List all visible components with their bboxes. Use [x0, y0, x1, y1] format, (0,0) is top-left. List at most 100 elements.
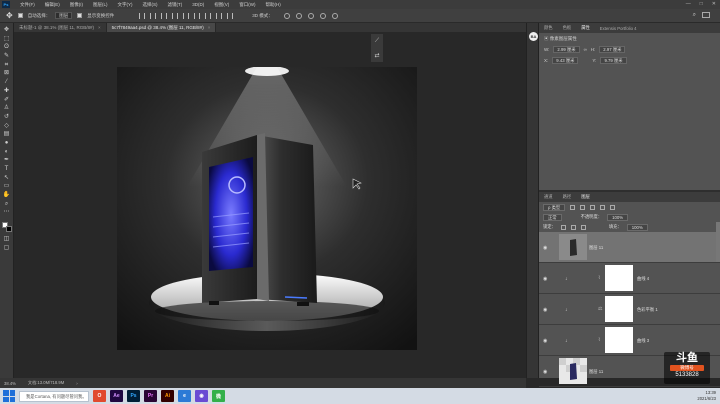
path-select-tool-icon[interactable]: ↖	[2, 175, 11, 182]
align-icon[interactable]	[227, 12, 234, 19]
brush-tool-icon[interactable]: ✐	[2, 97, 11, 104]
lock-pixels-icon[interactable]	[560, 224, 566, 230]
lock-position-icon[interactable]	[570, 224, 576, 230]
align-icon[interactable]	[194, 12, 201, 19]
dodge-tool-icon[interactable]: ◐	[2, 149, 11, 156]
layer-name[interactable]: 图层 11	[589, 245, 603, 251]
menu-window[interactable]: 窗口(W)	[239, 2, 255, 8]
menu-image[interactable]: 图像(I)	[70, 2, 83, 8]
filter-pixel-icon[interactable]	[570, 204, 576, 210]
menu-help[interactable]: 帮助(H)	[266, 2, 281, 8]
quick-mask-icon[interactable]: ◫	[2, 236, 11, 243]
tab-swatches[interactable]: 色板	[563, 25, 572, 31]
align-icon[interactable]	[150, 12, 157, 19]
canvas-area[interactable]: ⟋ ⇄	[14, 32, 526, 378]
layer-name[interactable]: 曲线 4	[637, 276, 649, 282]
3d-rotate-icon[interactable]	[283, 12, 290, 19]
frame-tool-icon[interactable]: ⊠	[2, 70, 11, 77]
taskbar-app-icon[interactable]: Ae	[110, 390, 123, 402]
document-artwork[interactable]	[117, 67, 417, 350]
layer-mask-thumbnail[interactable]	[605, 265, 633, 291]
filter-smart-icon[interactable]	[610, 204, 616, 210]
layer-row[interactable]: ◉ ↓ ⚖ 色彩平衡 1	[539, 294, 720, 325]
show-transform-checkbox[interactable]	[77, 13, 83, 18]
taskbar-app-icon[interactable]: 微	[212, 390, 225, 402]
auto-select-checkbox[interactable]	[17, 13, 23, 18]
align-icon[interactable]	[161, 12, 168, 19]
3d-scale-icon[interactable]	[331, 12, 338, 19]
y-field[interactable]: 9.79 厘米	[600, 57, 627, 64]
eye-icon[interactable]: ◉	[543, 276, 547, 282]
taskbar-app-icon[interactable]: ◉	[195, 390, 208, 402]
3d-slide-icon[interactable]	[319, 12, 326, 19]
taskbar-app-icon[interactable]: Ps	[127, 390, 140, 402]
opacity-field[interactable]: 100%	[607, 213, 629, 221]
marquee-tool-icon[interactable]: ⬚	[2, 36, 11, 43]
tab-extensis[interactable]: Extensis Portfolio 4	[600, 26, 637, 31]
eye-icon[interactable]: ◉	[543, 245, 547, 251]
align-icon[interactable]	[183, 12, 190, 19]
healing-brush-tool-icon[interactable]: ✚	[2, 88, 11, 95]
tab-document-1[interactable]: 未标题-1 @ 38.1% (图层 11, RGB/8#) ×	[14, 23, 107, 32]
zoom-tool-icon[interactable]: ⌕	[2, 201, 11, 208]
tab-paths[interactable]: 路径	[563, 194, 572, 200]
menu-filter[interactable]: 滤镜(T)	[168, 2, 183, 8]
layer-row[interactable]: ◉ ↓ ⌇ 曲线 4	[539, 263, 720, 294]
lasso-tool-icon[interactable]: ʘ	[2, 44, 11, 51]
crop-tool-icon[interactable]: ⌗	[2, 62, 11, 69]
layer-name[interactable]: 色彩平衡 1	[637, 307, 658, 313]
zoom-level[interactable]: 38.4%	[4, 381, 16, 386]
tab-color[interactable]: 颜色	[544, 25, 553, 31]
lock-all-icon[interactable]	[580, 224, 586, 230]
height-field[interactable]: 2.97 厘米	[599, 46, 626, 53]
status-arrow-icon[interactable]: ›	[76, 381, 77, 386]
windows-start-icon[interactable]	[3, 390, 15, 402]
eyedropper-tool-icon[interactable]: ⁄	[2, 79, 11, 86]
taskbar-app-icon[interactable]: O	[93, 390, 106, 402]
eye-icon[interactable]: ◉	[543, 369, 547, 375]
layer-row[interactable]: ◉ 图层 11	[539, 232, 720, 263]
3d-roll-icon[interactable]	[295, 12, 302, 19]
adjust-icon[interactable]: ⇄	[374, 52, 379, 59]
layer-name[interactable]: 曲线 3	[637, 338, 649, 344]
workspace-icon[interactable]	[702, 12, 710, 18]
eye-icon[interactable]: ◉	[543, 338, 547, 344]
gradient-tool-icon[interactable]: ▤	[2, 131, 11, 138]
blend-mode-dropdown[interactable]: 正常	[543, 213, 562, 221]
extension-badge-icon[interactable]: BA	[529, 32, 538, 41]
blur-tool-icon[interactable]: ●	[2, 140, 11, 147]
clone-stamp-tool-icon[interactable]: ♙	[2, 105, 11, 112]
width-field[interactable]: 2.99 厘米	[553, 46, 580, 53]
close-icon[interactable]: ×	[98, 25, 101, 30]
taskbar-app-icon[interactable]: Ai	[161, 390, 174, 402]
filter-type-icon[interactable]	[590, 204, 596, 210]
taskbar-search-input[interactable]: 我是Cortana, 有问题尽管问我。	[19, 390, 89, 402]
shape-tool-icon[interactable]: ▭	[2, 183, 11, 190]
link-icon[interactable]: ∞	[584, 47, 587, 52]
align-icon[interactable]	[139, 12, 146, 19]
x-field[interactable]: 9.43 厘米	[552, 57, 579, 64]
layer-mask-thumbnail[interactable]	[605, 296, 633, 322]
more-tools-icon[interactable]: ⋯	[2, 209, 11, 216]
menu-file[interactable]: 文件(F)	[20, 2, 35, 8]
menu-type[interactable]: 文字(Y)	[118, 2, 133, 8]
layers-scrollbar[interactable]	[716, 222, 720, 262]
filter-shape-icon[interactable]	[600, 204, 606, 210]
move-tool-icon[interactable]: ✥	[6, 11, 13, 20]
layer-filter-dropdown[interactable]: ρ 类型	[543, 203, 566, 211]
filter-adjust-icon[interactable]	[580, 204, 586, 210]
background-color-swatch[interactable]	[5, 226, 12, 233]
align-icon[interactable]	[216, 12, 223, 19]
menu-select[interactable]: 选择(S)	[143, 2, 158, 8]
align-icon[interactable]	[205, 12, 212, 19]
hand-tool-icon[interactable]: ✋	[2, 192, 11, 199]
menu-edit[interactable]: 编辑(E)	[45, 2, 60, 8]
tab-layers[interactable]: 图层	[581, 194, 590, 200]
taskbar-app-icon[interactable]: e	[178, 390, 191, 402]
history-brush-tool-icon[interactable]: ↺	[2, 114, 11, 121]
eye-icon[interactable]: ◉	[543, 307, 547, 313]
brush-preset-icon[interactable]: ⟋	[375, 38, 379, 45]
maximize-button[interactable]: □	[700, 1, 703, 7]
tab-channels[interactable]: 通道	[544, 194, 553, 200]
menu-view[interactable]: 视图(V)	[214, 2, 229, 8]
